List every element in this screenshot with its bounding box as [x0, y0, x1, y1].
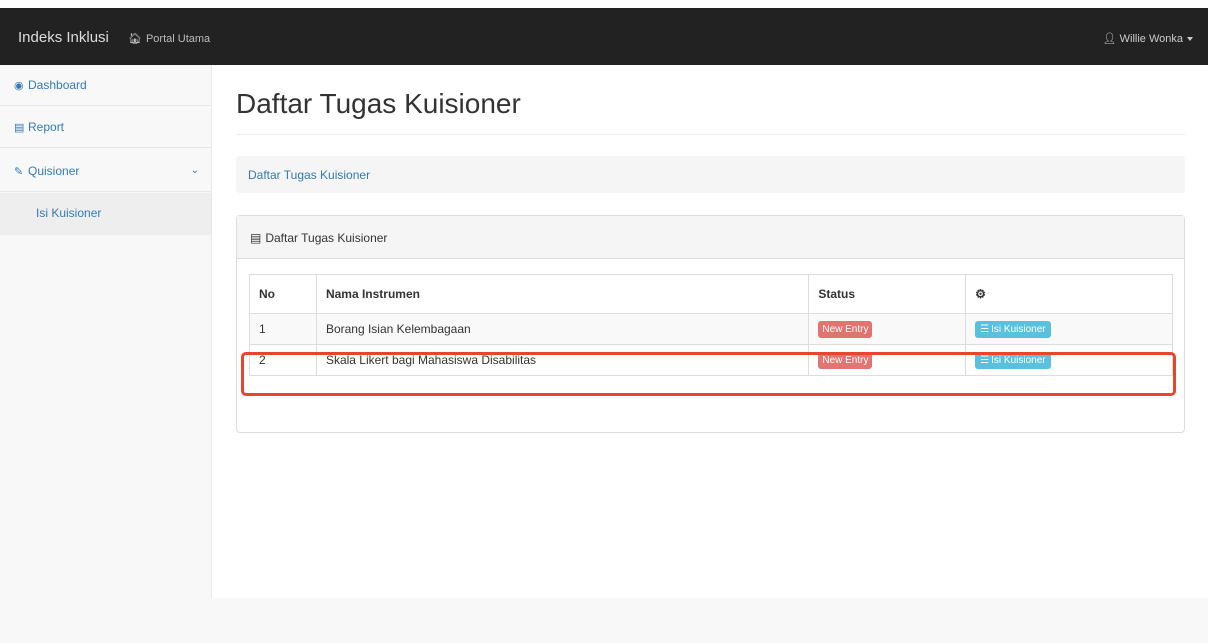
panel-heading: ▤ Daftar Tugas Kuisioner	[237, 216, 1184, 259]
list-icon: ☰	[980, 354, 990, 366]
table-row: 1 Borang Isian Kelembagaan New Entry ☰ Is…	[249, 313, 1173, 345]
bar-chart-icon: ▤	[250, 231, 262, 245]
user-icon: 👤︎	[1102, 33, 1117, 45]
task-table: No Nama Instrumen Status ⚙ 1 Borang Isia…	[249, 274, 1173, 376]
page-title: Daftar Tugas Kuisioner	[236, 88, 521, 119]
dashboard-icon: ◉	[14, 80, 24, 92]
sidebar-item-dashboard[interactable]: ◉ Dashboard	[0, 65, 211, 106]
panel-title: Daftar Tugas Kuisioner	[265, 231, 388, 245]
task-panel: ▤ Daftar Tugas Kuisioner No Nama Instrume…	[236, 215, 1185, 433]
gear-icon: ⚙	[975, 287, 986, 301]
cell-action: ☰ Isi Kuisioner	[965, 313, 1173, 345]
bar-chart-icon: ▤	[14, 122, 25, 134]
column-header-status: Status	[808, 274, 967, 314]
edit-icon: ✎	[14, 166, 24, 178]
sidebar-subitem-isi-kuisioner[interactable]: Isi Kuisioner	[0, 193, 211, 235]
title-divider	[236, 134, 1185, 135]
sidebar-item-label: Report	[28, 120, 65, 134]
cell-name: Borang Isian Kelembagaan	[315, 313, 810, 345]
breadcrumb-link[interactable]: Daftar Tugas Kuisioner	[248, 168, 370, 182]
status-badge: New Entry	[818, 351, 873, 369]
cell-name: Skala Likert bagi Mahasiswa Disabilitas	[315, 344, 810, 376]
top-navbar: Indeks Inklusi 🏠︎ Portal Utama 👤︎ Willie …	[0, 8, 1208, 65]
cell-status: New Entry	[808, 344, 967, 376]
cell-no: 2	[249, 344, 317, 376]
user-name: Willie Wonka	[1119, 33, 1183, 45]
cell-status: New Entry	[808, 313, 967, 345]
home-icon: 🏠︎	[128, 33, 142, 45]
sidebar-item-label: Quisioner	[28, 164, 80, 178]
brand-link[interactable]: Indeks Inklusi	[18, 29, 109, 46]
footer	[0, 598, 1208, 643]
portal-utama-link[interactable]: 🏠︎ Portal Utama	[128, 32, 210, 45]
table-row: 2 Skala Likert bagi Mahasiswa Disabilita…	[249, 344, 1173, 376]
isi-kuisioner-button[interactable]: ☰ Isi Kuisioner	[975, 351, 1051, 369]
cell-no: 1	[249, 313, 317, 345]
button-label: Isi Kuisioner	[991, 323, 1046, 335]
column-header-actions: ⚙	[965, 274, 1173, 314]
sidebar-item-quisioner[interactable]: ✎ Quisioner ⌄	[0, 151, 211, 192]
button-label: Isi Kuisioner	[991, 354, 1046, 366]
sidebar-item-label: Dashboard	[28, 78, 87, 92]
list-icon: ☰	[980, 323, 990, 335]
isi-kuisioner-button[interactable]: ☰ Isi Kuisioner	[975, 320, 1051, 338]
table-header-row: No Nama Instrumen Status ⚙	[249, 274, 1173, 314]
breadcrumb: Daftar Tugas Kuisioner	[236, 156, 1185, 193]
portal-label: Portal Utama	[145, 33, 211, 45]
column-header-name: Nama Instrumen	[315, 274, 810, 314]
caret-down-icon	[1187, 37, 1193, 42]
status-badge: New Entry	[818, 320, 873, 338]
user-menu[interactable]: 👤︎ Willie Wonka	[1103, 32, 1193, 45]
cell-action: ☰ Isi Kuisioner	[965, 344, 1173, 376]
chevron-down-icon: ⌄	[190, 165, 199, 176]
column-header-no: No	[249, 274, 317, 314]
sidebar: ◉ Dashboard ▤ Report ✎ Quisioner ⌄ Isi Kuis…	[0, 65, 212, 598]
sidebar-item-report[interactable]: ▤ Report	[0, 107, 211, 148]
